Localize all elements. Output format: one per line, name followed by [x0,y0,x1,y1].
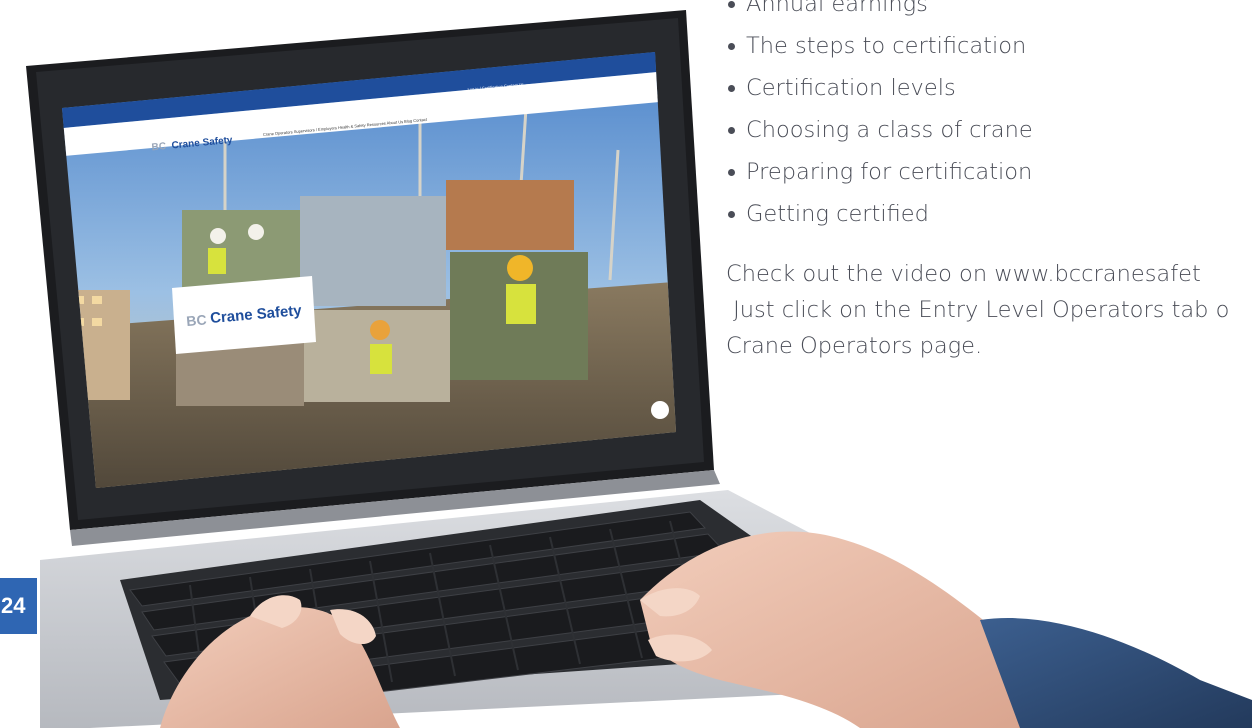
note-line: Crane Operators page. [726,333,983,359]
list-item: Getting certified [726,196,1252,232]
hero-logo-prefix: BC [186,311,208,329]
right-hand [640,531,1252,728]
site-brand-prefix: BC [151,141,166,153]
list-item: Choosing a class of crane [726,112,1252,148]
list-item: Annual earnings [726,0,1252,22]
list-item: The steps to certification [726,28,1252,64]
laptop-screen [62,52,676,488]
note-line: Check out the video on www.bccranesafet [726,261,1201,287]
list-item: Preparing for certification [726,154,1252,190]
page-number: 24 [0,578,37,634]
video-note: Check out the video on www.bccranesafet … [726,256,1252,364]
text-column: Annual earnings The steps to certificati… [726,0,1252,364]
note-line: Just click on the Entry Level Operators … [726,297,1230,323]
list-item: Certification levels [726,70,1252,106]
topics-list: Annual earnings The steps to certificati… [726,0,1252,232]
